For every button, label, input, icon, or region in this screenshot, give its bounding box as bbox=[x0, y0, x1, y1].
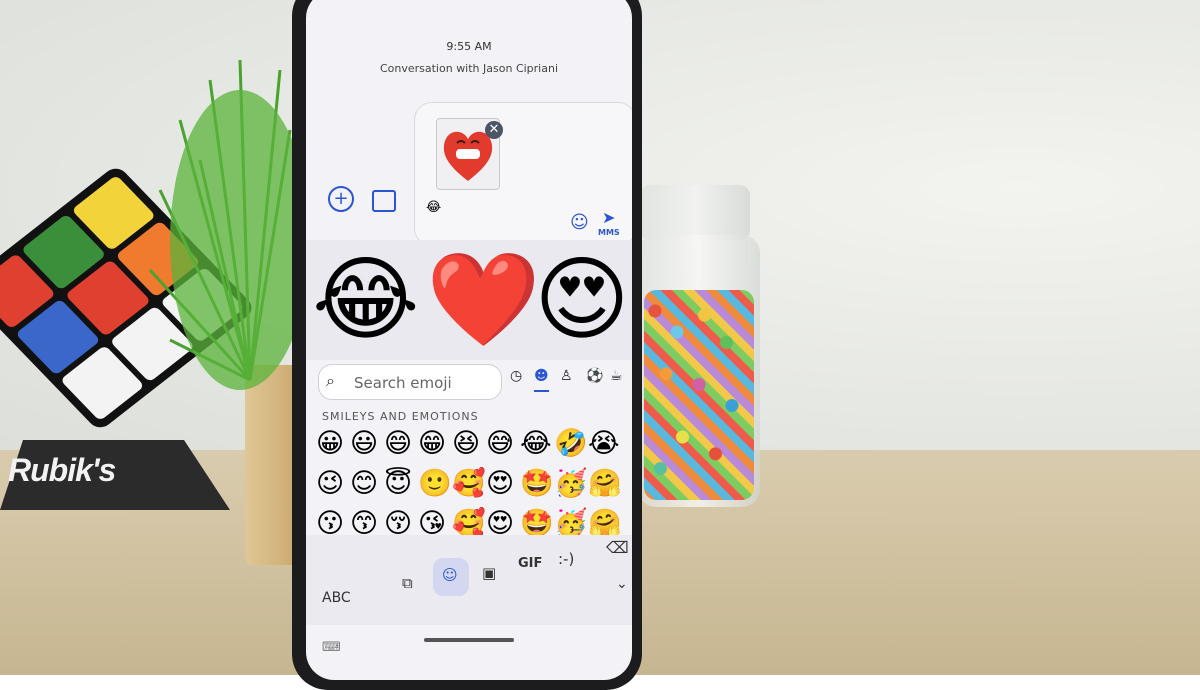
emoji-key[interactable]: 😊 bbox=[350, 466, 384, 502]
objects-category-icon[interactable]: ☕ bbox=[610, 368, 623, 384]
emoji-key[interactable]: 🥰 bbox=[452, 466, 486, 502]
activity-category-icon[interactable]: ⚽ bbox=[586, 368, 603, 384]
abc-key[interactable]: ABC bbox=[322, 590, 351, 606]
recent-clock-icon[interactable]: ◷ bbox=[510, 368, 522, 384]
chevron-down-icon[interactable]: ⌄ bbox=[616, 576, 628, 592]
colorful-beads bbox=[644, 290, 754, 500]
search-placeholder: Search emoji bbox=[354, 374, 452, 392]
smiley-category-icon[interactable]: ☻ bbox=[534, 368, 549, 392]
emoji-key[interactable]: 😄 bbox=[384, 426, 418, 462]
emoji-key[interactable]: 🙂 bbox=[418, 466, 452, 502]
emoji-key[interactable]: 😇 bbox=[384, 466, 418, 502]
emoji-key[interactable]: 🤗 bbox=[588, 466, 622, 502]
emoji-key[interactable]: 🥳 bbox=[554, 466, 588, 502]
plant bbox=[148, 59, 310, 390]
emoticon-tab[interactable]: :-) bbox=[558, 550, 574, 568]
add-icon[interactable]: + bbox=[328, 186, 354, 212]
keyboard-toolbar bbox=[306, 535, 632, 625]
send-mms-label[interactable]: MMS bbox=[598, 228, 620, 237]
sticker-icon[interactable]: ▣ bbox=[482, 564, 496, 582]
search-icon: ⌕ bbox=[326, 371, 335, 390]
emoji-key[interactable]: 😭 bbox=[588, 426, 622, 462]
conversation-title: Conversation with Jason Cipriani bbox=[379, 62, 559, 75]
suggestion-heart-eyes[interactable]: 😍 bbox=[534, 245, 630, 355]
home-indicator[interactable] bbox=[424, 638, 514, 642]
send-icon[interactable]: ➤ bbox=[602, 208, 615, 227]
message-emoji: 😂 bbox=[426, 200, 442, 215]
photo-scene: Rubik's 9:55 AM Conversation with Jason … bbox=[0, 0, 1200, 690]
remove-attachment-button[interactable]: ✕ bbox=[485, 121, 503, 139]
emoji-key[interactable]: 😁 bbox=[418, 426, 452, 462]
suggestion-heart[interactable]: ❤️ bbox=[426, 245, 541, 355]
suggestion-joy[interactable]: 😂 bbox=[312, 245, 420, 355]
backspace-icon[interactable]: ⌫ bbox=[606, 538, 629, 557]
person-category-icon[interactable]: ♙ bbox=[560, 368, 573, 384]
emoji-key[interactable]: 😆 bbox=[452, 426, 486, 462]
gif-tab[interactable]: GIF bbox=[518, 556, 542, 571]
emoji-key[interactable]: 😃 bbox=[350, 426, 384, 462]
keyboard-icon[interactable]: ⌨ bbox=[322, 640, 341, 655]
emoji-key[interactable]: 😅 bbox=[486, 426, 520, 462]
rubiks-logo: Rubik's bbox=[8, 452, 116, 488]
emoji-button-icon[interactable]: ☺ bbox=[570, 212, 589, 233]
section-title: SMILEYS AND EMOTIONS bbox=[322, 410, 479, 423]
sticker-search-icon[interactable]: ⧉ bbox=[402, 574, 413, 592]
emoji-key[interactable]: 🤩 bbox=[520, 466, 554, 502]
status-time: 9:55 AM bbox=[446, 40, 492, 53]
gallery-icon[interactable] bbox=[372, 190, 396, 212]
emoji-key[interactable]: 😍 bbox=[486, 466, 520, 502]
jar-lid bbox=[640, 185, 750, 240]
emoji-key[interactable]: 🤣 bbox=[554, 426, 588, 462]
emoji-key[interactable]: 😀 bbox=[316, 426, 350, 462]
emoji-key[interactable]: 😉 bbox=[316, 466, 350, 502]
emoji-key[interactable]: 😂 bbox=[520, 426, 554, 462]
emoji-tab-icon[interactable]: ☺ bbox=[442, 566, 458, 584]
phone-screen: 9:55 AM Conversation with Jason Cipriani… bbox=[306, 0, 632, 680]
